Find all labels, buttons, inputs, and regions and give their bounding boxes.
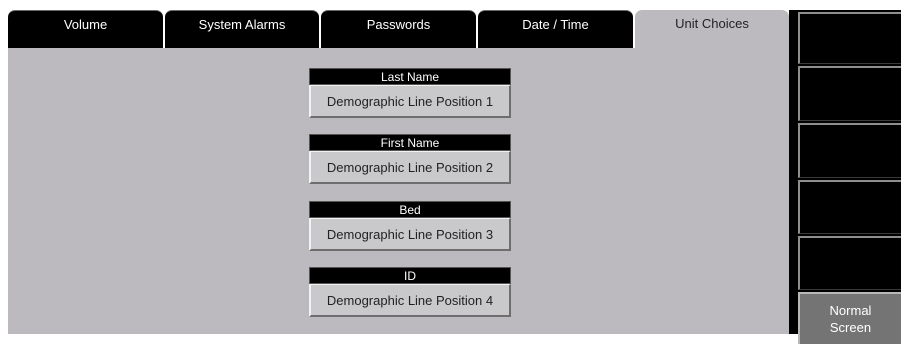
tab-volume[interactable]: Volume — [8, 10, 163, 48]
field-group-first-name: First Name Demographic Line Position 2 — [309, 134, 511, 184]
softkey-3-button[interactable] — [798, 123, 901, 178]
field-group-last-name: Last Name Demographic Line Position 1 — [309, 68, 511, 118]
softkey-4-button[interactable] — [798, 180, 901, 234]
softkey-1-button[interactable] — [798, 12, 901, 64]
softkey-column: Normal Screen — [789, 10, 901, 344]
field-header-first-name: First Name — [309, 134, 511, 151]
demographic-line-position-3-button[interactable]: Demographic Line Position 3 — [309, 218, 511, 251]
normal-screen-button[interactable]: Normal Screen — [798, 292, 901, 344]
demographic-line-position-4-button[interactable]: Demographic Line Position 4 — [309, 284, 511, 317]
demographic-line-position-2-button[interactable]: Demographic Line Position 2 — [309, 151, 511, 184]
normal-screen-label-line2: Screen — [829, 320, 872, 335]
tab-system-alarms[interactable]: System Alarms — [165, 10, 319, 48]
field-header-id: ID — [309, 267, 511, 284]
demographic-line-position-1-button[interactable]: Demographic Line Position 1 — [309, 85, 511, 118]
field-header-bed: Bed — [309, 201, 511, 218]
tab-date-time[interactable]: Date / Time — [478, 10, 633, 48]
field-group-id: ID Demographic Line Position 4 — [309, 267, 511, 317]
softkey-2-button[interactable] — [798, 66, 901, 121]
tab-passwords[interactable]: Passwords — [321, 10, 476, 48]
normal-screen-label-line1: Normal — [829, 303, 872, 318]
tab-unit-choices[interactable]: Unit Choices — [635, 10, 789, 50]
monitor-screen: Volume System Alarms Passwords Date / Ti… — [0, 0, 901, 344]
softkey-5-button[interactable] — [798, 236, 901, 290]
field-group-bed: Bed Demographic Line Position 3 — [309, 201, 511, 251]
field-header-last-name: Last Name — [309, 68, 511, 85]
